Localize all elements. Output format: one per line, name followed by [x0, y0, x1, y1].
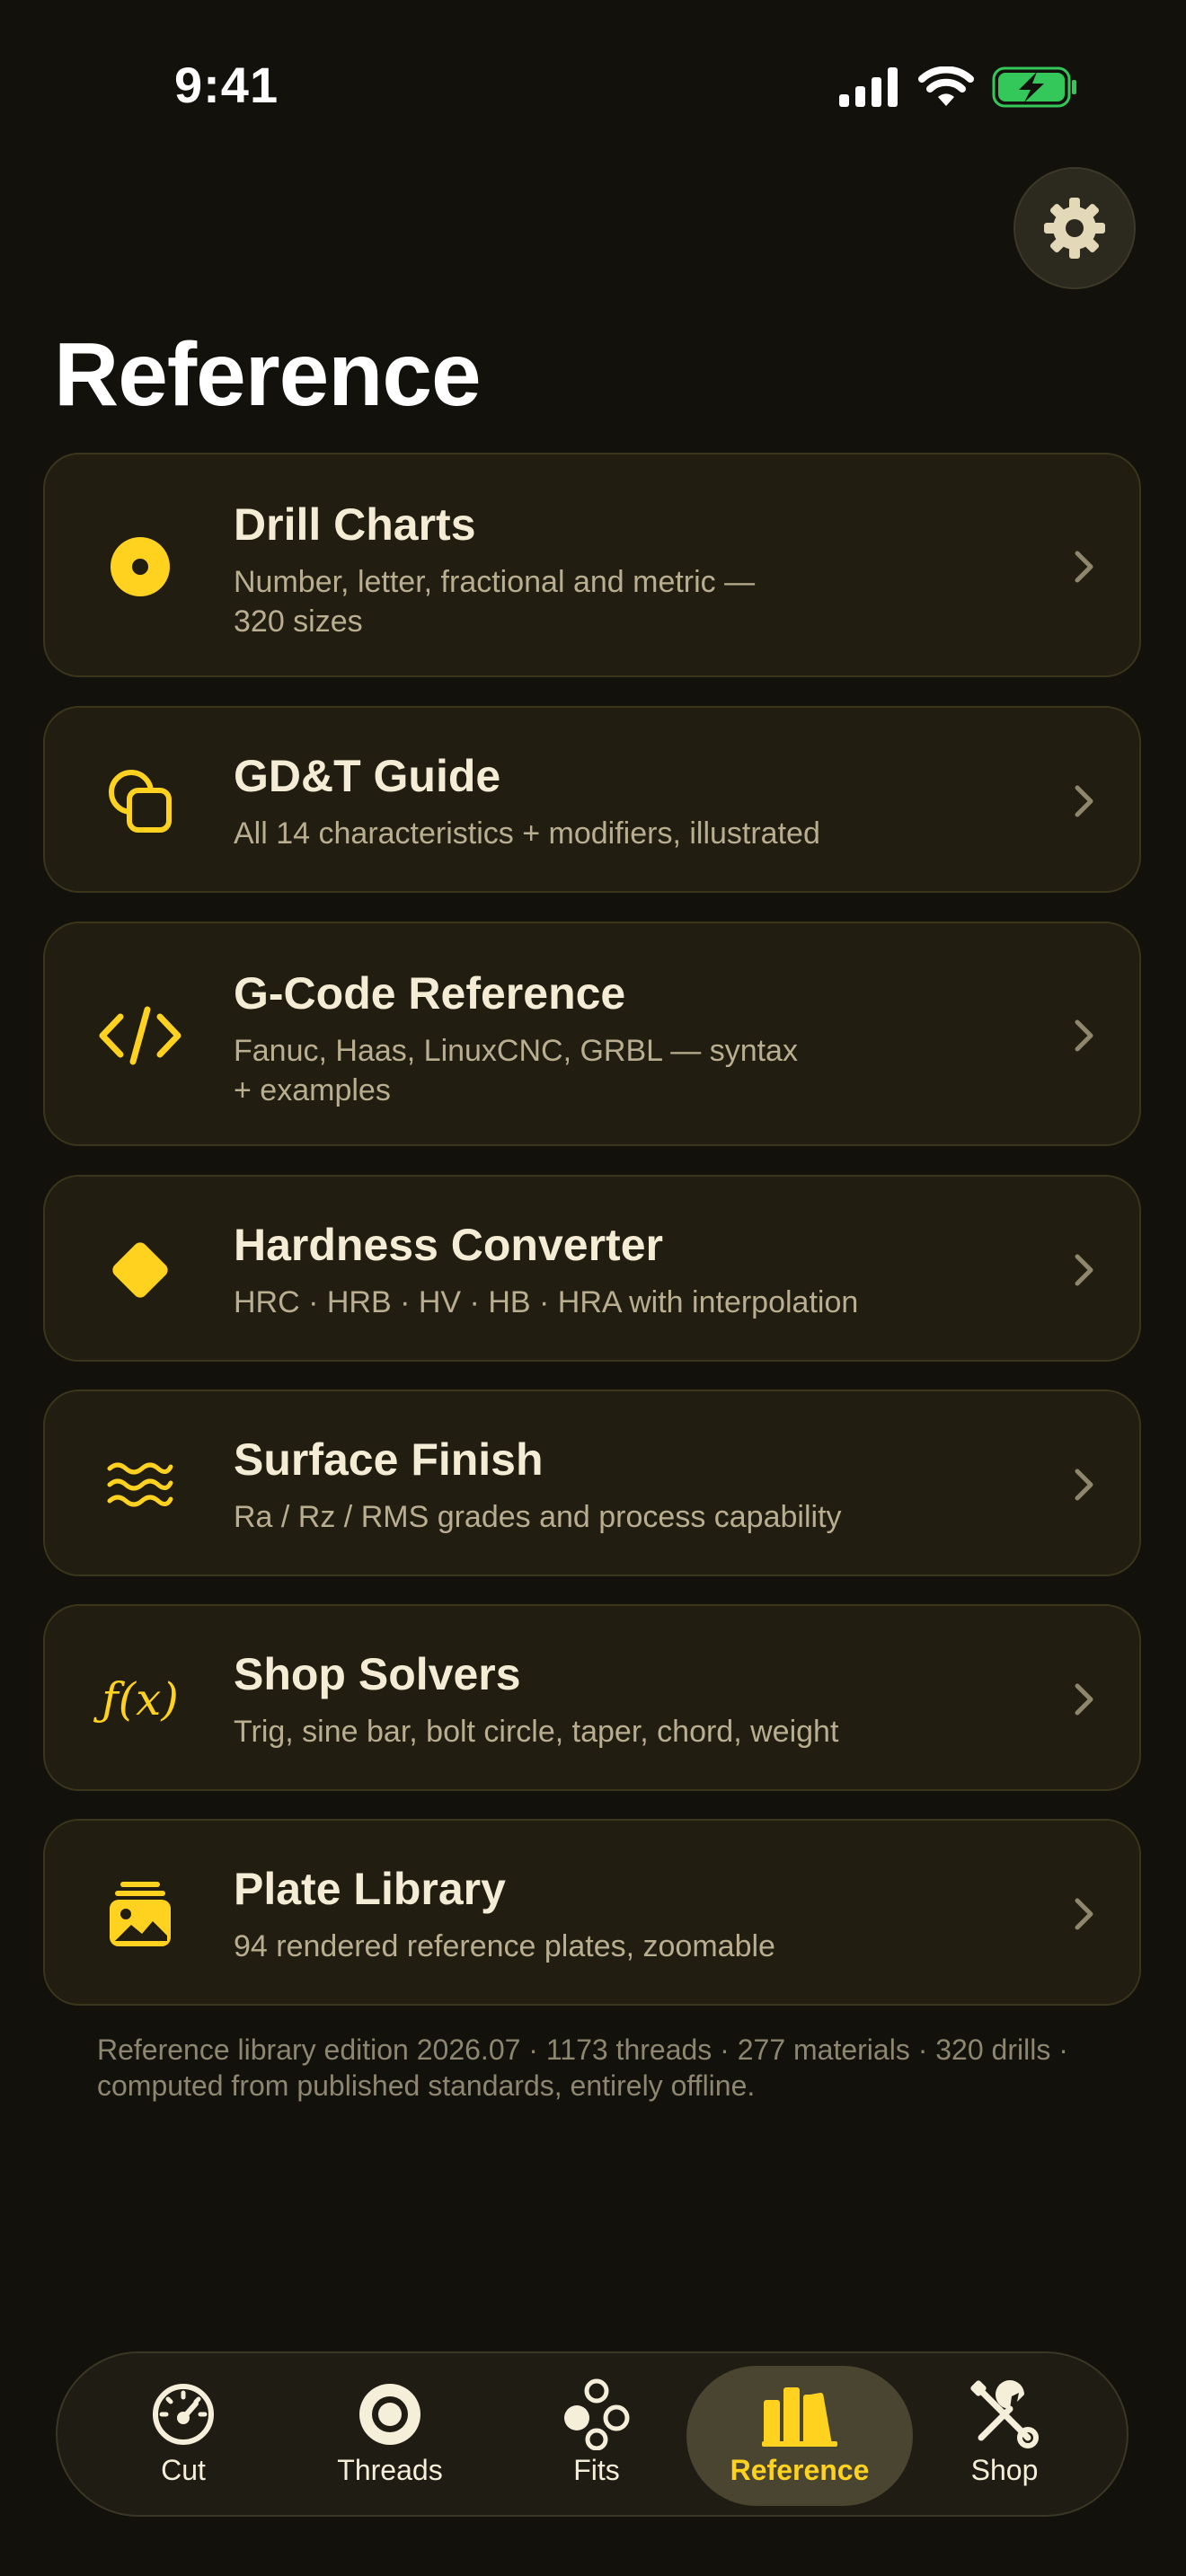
- function-icon: ƒ(x): [102, 1673, 179, 1725]
- page-title: Reference: [54, 324, 482, 425]
- status-time: 9:41: [174, 57, 279, 113]
- tab-label: Reference: [730, 2454, 870, 2486]
- tab-fits[interactable]: Fits: [483, 2366, 710, 2506]
- card-title: GD&T Guide: [234, 751, 501, 801]
- tab-bar: Cut Threads Fits Reference Shop: [56, 2351, 1128, 2517]
- card-gcode-reference[interactable]: G-Code Reference Fanuc, Haas, LinuxCNC, …: [43, 922, 1141, 1146]
- tab-label: Cut: [161, 2454, 206, 2486]
- card-subtitle: All 14 characteristics + modifiers, illu…: [234, 816, 820, 851]
- gauge-icon: [153, 2384, 214, 2445]
- card-title: Hardness Converter: [234, 1220, 663, 1270]
- card-gdt-guide[interactable]: GD&T Guide All 14 characteristics + modi…: [43, 706, 1141, 893]
- chevron-right-icon: [1075, 1019, 1093, 1052]
- circles-icon: [564, 2378, 630, 2450]
- waves-icon: [97, 1442, 183, 1528]
- card-subtitle: Ra / Rz / RMS grades and process capabil…: [234, 1500, 842, 1534]
- card-drill-charts[interactable]: Drill Charts Number, letter, fractional …: [43, 453, 1141, 677]
- tab-cut[interactable]: Cut: [70, 2366, 296, 2506]
- card-plate-library[interactable]: Plate Library 94 rendered reference plat…: [43, 1819, 1141, 2006]
- card-title: G-Code Reference: [234, 968, 626, 1019]
- wifi-icon: [918, 66, 974, 106]
- chevron-right-icon: [1075, 1683, 1093, 1716]
- drill-target-icon: [97, 524, 183, 610]
- card-title: Surface Finish: [234, 1434, 544, 1485]
- footnote: Reference library edition 2026.07 · 1173…: [97, 2033, 1068, 2102]
- chevron-right-icon: [1075, 785, 1093, 817]
- card-title: Drill Charts: [234, 499, 476, 550]
- chevron-right-icon: [1075, 1469, 1093, 1501]
- status-bar: 9:41: [0, 0, 1186, 171]
- books-icon: [762, 2387, 837, 2447]
- gear-icon: [1044, 198, 1105, 259]
- tab-label: Shop: [970, 2454, 1039, 2486]
- settings-button[interactable]: [1013, 167, 1136, 289]
- card-title: Plate Library: [234, 1864, 506, 1914]
- signal-icon: [839, 67, 898, 107]
- card-subtitle: Fanuc, Haas, LinuxCNC, GRBL — syntax + e…: [234, 1034, 798, 1107]
- card-shop-solvers[interactable]: ƒ(x) Shop Solvers Trig, sine bar, bolt c…: [43, 1604, 1141, 1791]
- tab-threads[interactable]: Threads: [277, 2366, 503, 2506]
- diamond-icon: [97, 1227, 183, 1313]
- card-subtitle: HRC · HRB · HV · HB · HRA with interpola…: [234, 1285, 859, 1319]
- photo-stack-icon: [97, 1871, 183, 1957]
- tab-reference[interactable]: Reference: [686, 2366, 913, 2506]
- tools-icon: [970, 2380, 1039, 2448]
- card-hardness-converter[interactable]: Hardness Converter HRC · HRB · HV · HB ·…: [43, 1175, 1141, 1362]
- gdt-shapes-icon: [97, 758, 183, 844]
- card-title: Shop Solvers: [234, 1649, 521, 1699]
- card-subtitle: Number, letter, fractional and metric — …: [234, 565, 756, 639]
- card-surface-finish[interactable]: Surface Finish Ra / Rz / RMS grades and …: [43, 1389, 1141, 1576]
- ring-icon: [359, 2384, 420, 2445]
- code-brackets-icon: [97, 992, 183, 1079]
- tab-shop[interactable]: Shop: [891, 2366, 1118, 2506]
- card-subtitle: 94 rendered reference plates, zoomable: [234, 1929, 775, 1963]
- chevron-right-icon: [1075, 1254, 1093, 1286]
- chevron-right-icon: [1075, 1898, 1093, 1930]
- tab-label: Threads: [337, 2454, 443, 2486]
- chevron-right-icon: [1075, 551, 1093, 583]
- card-subtitle: Trig, sine bar, bolt circle, taper, chor…: [234, 1715, 839, 1749]
- tab-label: Fits: [573, 2454, 620, 2486]
- battery-charging-icon: [992, 66, 1076, 108]
- status-icons: [839, 65, 1078, 110]
